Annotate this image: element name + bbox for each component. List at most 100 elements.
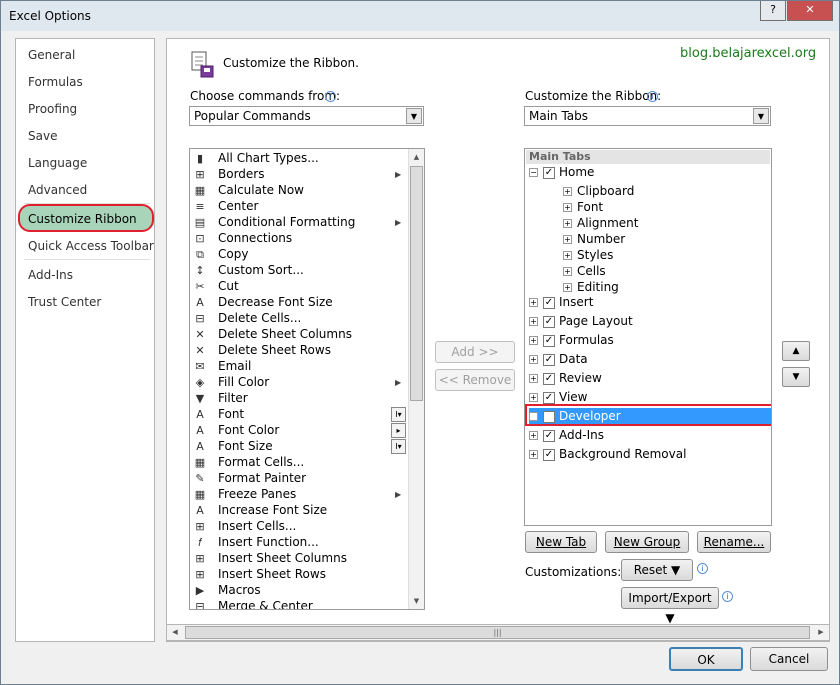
dropdown-arrow-icon[interactable]: ▼ [753, 108, 769, 124]
command-item[interactable]: ⊟ Delete Cells... [192, 311, 392, 327]
nav-item-add-ins[interactable]: Add-Ins [28, 268, 73, 282]
tree-tab-add-ins[interactable]: + ✓ Add-Ins [529, 428, 604, 444]
command-item[interactable]: ✎ Format Painter [192, 471, 392, 487]
collapse-icon[interactable]: − [529, 168, 538, 177]
expand-icon[interactable]: + [529, 431, 538, 440]
help-button[interactable]: ? [760, 1, 786, 21]
expand-icon[interactable]: + [563, 251, 572, 260]
dropdown-arrow-icon[interactable]: ▼ [406, 108, 422, 124]
import-export-button[interactable]: Import/Export ▼ [621, 587, 719, 625]
command-item[interactable]: ≡ Center [192, 199, 392, 215]
expand-icon[interactable]: + [529, 298, 538, 307]
command-item[interactable]: ⊡ Connections [192, 231, 392, 247]
nav-item-general[interactable]: General [28, 48, 75, 62]
nav-item-advanced[interactable]: Advanced [28, 183, 87, 197]
tree-tab-developer[interactable]: + ✓ Developer [529, 409, 621, 425]
nav-item-customize-ribbon[interactable]: Customize Ribbon [28, 212, 137, 226]
scroll-down-icon[interactable]: ▼ [409, 593, 424, 609]
cancel-button[interactable]: Cancel [750, 647, 828, 671]
expand-icon[interactable]: + [529, 317, 538, 326]
command-item[interactable]: ▮ All Chart Types... [192, 151, 392, 167]
tree-tab-formulas[interactable]: + ✓ Formulas [529, 333, 614, 349]
command-item[interactable]: A Decrease Font Size [192, 295, 392, 311]
scroll-thumb[interactable] [410, 166, 423, 401]
tree-tab-insert[interactable]: + ✓ Insert [529, 295, 593, 311]
close-button[interactable]: ✕ [787, 1, 833, 21]
nav-item-trust-center[interactable]: Trust Center [28, 295, 101, 309]
expand-icon[interactable]: + [529, 336, 538, 345]
command-item[interactable]: ⊞ Borders ▶ [192, 167, 401, 183]
expand-icon[interactable]: + [563, 235, 572, 244]
command-item[interactable]: ◈ Fill Color ▶ [192, 375, 401, 391]
font-picker-icon[interactable]: I▾ [391, 407, 406, 422]
tree-tab-data[interactable]: + ✓ Data [529, 352, 588, 368]
expand-icon[interactable]: + [529, 412, 538, 421]
font-picker-icon[interactable]: ▸ [391, 423, 406, 438]
command-item[interactable]: ✉ Email [192, 359, 392, 375]
checkbox-checked-icon[interactable]: ✓ [543, 315, 555, 328]
checkbox-checked-icon[interactable]: ✓ [543, 296, 555, 309]
command-item[interactable]: ▦ Format Cells... [192, 455, 392, 471]
scroll-up-icon[interactable]: ▲ [409, 149, 424, 165]
expand-icon[interactable]: + [563, 203, 572, 212]
tree-tab-background-removal[interactable]: + ✓ Background Removal [529, 447, 686, 463]
expand-icon[interactable]: + [563, 283, 572, 292]
command-item[interactable]: ▼ Filter [192, 391, 392, 407]
expand-icon[interactable]: + [529, 355, 538, 364]
horizontal-scroll-thumb[interactable]: ||| [185, 626, 810, 639]
command-item[interactable]: A Increase Font Size [192, 503, 392, 519]
new-group-button[interactable]: New Group [605, 531, 689, 553]
checkbox-checked-icon[interactable]: ✓ [543, 410, 555, 423]
tree-group[interactable]: + Number [563, 232, 625, 248]
command-item[interactable]: ⊞ Insert Cells... [192, 519, 392, 535]
checkbox-checked-icon[interactable]: ✓ [543, 334, 555, 347]
tree-group[interactable]: + Font [563, 200, 603, 216]
command-item[interactable]: ✂ Cut [192, 279, 392, 295]
command-item[interactable]: ▦ Calculate Now [192, 183, 392, 199]
tree-tab-home[interactable]: − ✓ Home [529, 165, 594, 181]
command-item[interactable]: ▶ Macros [192, 583, 392, 599]
tree-tab-page-layout[interactable]: + ✓ Page Layout [529, 314, 633, 330]
command-item[interactable]: ⊞ Insert Sheet Rows [192, 567, 392, 583]
move-down-button[interactable]: ▼ [782, 367, 810, 387]
command-item[interactable]: ⊟ Merge & Center [192, 599, 392, 609]
command-item[interactable]: ▦ Freeze Panes ▶ [192, 487, 401, 503]
ok-button[interactable]: OK [669, 647, 743, 671]
commands-scrollbar[interactable]: ▲ ▼ [408, 149, 424, 609]
horizontal-scrollbar[interactable]: ◀ ||| ▶ [166, 624, 830, 641]
nav-item-language[interactable]: Language [28, 156, 87, 170]
checkbox-checked-icon[interactable]: ✓ [543, 353, 555, 366]
tree-tab-review[interactable]: + ✓ Review [529, 371, 602, 387]
remove-button[interactable]: << Remove [435, 369, 515, 391]
tree-group[interactable]: + Editing [563, 280, 619, 296]
command-item[interactable]: A Font Color ▸ [192, 423, 406, 439]
checkbox-checked-icon[interactable]: ✓ [543, 429, 555, 442]
command-item[interactable]: ⊞ Insert Sheet Columns [192, 551, 392, 567]
scroll-left-icon[interactable]: ◀ [168, 626, 182, 639]
rename-button[interactable]: Rename... [697, 531, 771, 553]
checkbox-checked-icon[interactable]: ✓ [543, 166, 555, 179]
move-up-button[interactable]: ▲ [782, 341, 810, 361]
ribbon-tree[interactable]: Main Tabs − ✓ Home + Clipboard + Font + Alignmen… [524, 148, 772, 526]
font-picker-icon[interactable]: I▾ [391, 439, 406, 454]
checkbox-checked-icon[interactable]: ✓ [543, 448, 555, 461]
command-item[interactable]: ⧉ Copy [192, 247, 392, 263]
expand-icon[interactable]: + [563, 187, 572, 196]
checkbox-checked-icon[interactable]: ✓ [543, 391, 555, 404]
tree-group[interactable]: + Alignment [563, 216, 638, 232]
add-button[interactable]: Add >> [435, 341, 515, 363]
nav-item-formulas[interactable]: Formulas [28, 75, 83, 89]
reset-button[interactable]: Reset ▼ [621, 559, 693, 581]
nav-item-quick-access-toolbar[interactable]: Quick Access Toolbar [28, 239, 154, 253]
command-item[interactable]: ✕ Delete Sheet Rows [192, 343, 392, 359]
expand-icon[interactable]: + [529, 393, 538, 402]
customize-ribbon-dropdown[interactable]: Main Tabs ▼ [524, 106, 771, 126]
command-item[interactable]: 𝑓 Insert Function... [192, 535, 392, 551]
tree-tab-view[interactable]: + ✓ View [529, 390, 587, 406]
choose-commands-dropdown[interactable]: Popular Commands ▼ [189, 106, 424, 126]
expand-icon[interactable]: + [563, 267, 572, 276]
expand-icon[interactable]: + [529, 450, 538, 459]
new-tab-button[interactable]: New Tab [525, 531, 597, 553]
command-item[interactable]: ✕ Delete Sheet Columns [192, 327, 392, 343]
command-item[interactable]: ↕ Custom Sort... [192, 263, 392, 279]
